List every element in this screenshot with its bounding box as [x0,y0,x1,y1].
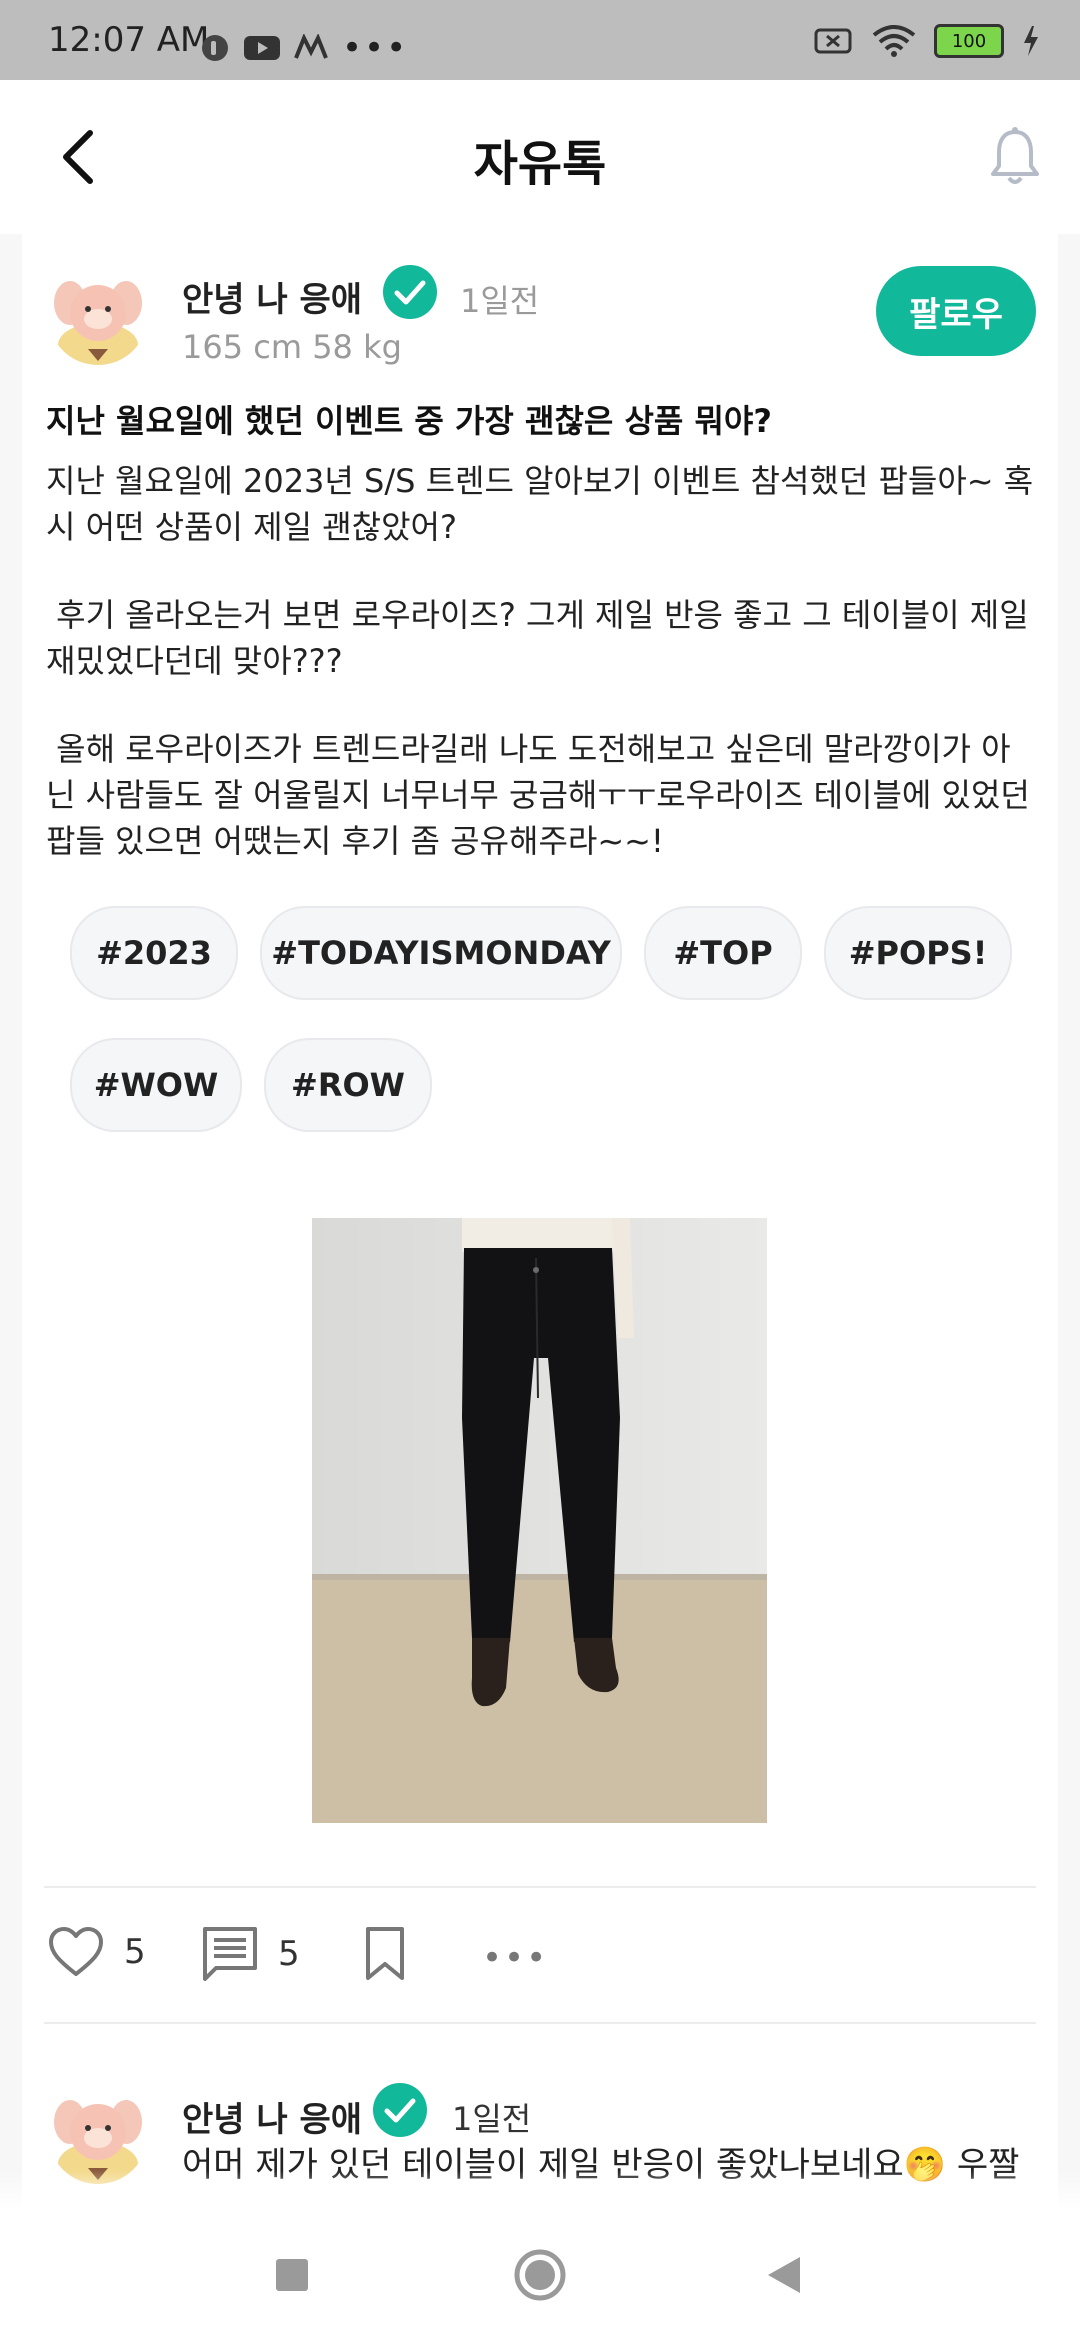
battery-icon: 100 [934,24,1004,58]
post-time: 1일전 [460,282,540,320]
more-icon: ••• [482,1938,549,1978]
hashtag-chip[interactable]: #TOP [644,906,802,1000]
post-image[interactable] [312,1218,767,1823]
wifi-icon [872,25,916,57]
app-header: 자유톡 [0,80,1080,234]
comment-author-name[interactable]: 안녕 나 응애 [182,2092,362,2141]
divider [44,2022,1036,2024]
scroll-fade [0,2170,1080,2210]
comment-icon [203,1927,257,1981]
black-pants-photo [312,1218,767,1823]
like-button[interactable]: 5 [48,1926,146,1978]
youtube-icon [244,36,280,60]
bookmark-icon [366,1927,404,1980]
post-body: 지난 월요일에 2023년 S/S 트렌드 알아보기 이벤트 참석했던 팝들아~… [46,458,1036,864]
divider [44,1886,1036,1888]
back-nav-button[interactable] [724,2210,844,2340]
like-count: 5 [124,1932,146,1972]
charging-icon [1024,26,1038,56]
post-title: 지난 월요일에 했던 이벤트 중 가장 괜찮은 상품 뭐야? [46,402,772,440]
comment-count: 5 [278,1934,300,1974]
system-nav-bar [0,2210,1080,2340]
m-app-icon [294,34,328,59]
page-title: 자유톡 [473,136,607,192]
home-circle-icon [514,2249,566,2301]
more-options-button[interactable]: ••• [482,1938,548,1978]
recents-button[interactable] [232,2210,352,2340]
home-button[interactable] [480,2210,600,2340]
bookmark-button[interactable] [364,1926,406,1982]
verified-icon [373,2083,427,2137]
post-paragraph: 올해 로우라이즈가 트렌드라길래 나도 도전해보고 싶은데 말라깡이가 아닌 사… [46,730,1041,860]
hashtag-chip[interactable]: #ROW [264,1038,432,1132]
square-icon [276,2259,308,2291]
app-icon [202,35,228,61]
battery-x-icon [814,28,852,54]
comment-avatar[interactable] [48,2084,148,2184]
post-paragraph: 후기 올라오는거 보면 로우라이즈? 그게 제일 반응 좋고 그 테이블이 제일… [46,596,1039,680]
notification-button[interactable] [980,120,1050,194]
status-time: 12:07 AM [48,20,210,60]
status-bar: 12:07 AM ••• 100 [0,0,1080,80]
verified-icon [383,265,437,319]
more-notifications-icon: ••• [342,28,409,68]
post-paragraph: 지난 월요일에 2023년 S/S 트렌드 알아보기 이벤트 참석했던 팝들아~… [46,462,1034,546]
comment-button[interactable]: 5 [202,1926,300,1982]
avatar[interactable] [48,265,148,365]
hashtag-chip[interactable]: #2023 [70,906,238,1000]
follow-button[interactable]: 팔로우 [876,266,1036,356]
author-name[interactable]: 안녕 나 응애 [182,272,362,321]
hashtag-chip[interactable]: #WOW [70,1038,242,1132]
comment-time: 1일전 [452,2100,532,2138]
triangle-back-icon [768,2257,800,2293]
notification-icons: ••• [200,28,408,68]
heart-icon [49,1927,103,1976]
author-body-info: 165 cm 58 kg [182,328,402,366]
hashtag-chip[interactable]: #TODAYISMONDAY [260,906,622,1000]
system-icons: 100 [814,24,1040,58]
bell-icon [991,127,1039,184]
hashtag-chip[interactable]: #POPS! [824,906,1012,1000]
battery-level: 100 [951,30,987,52]
